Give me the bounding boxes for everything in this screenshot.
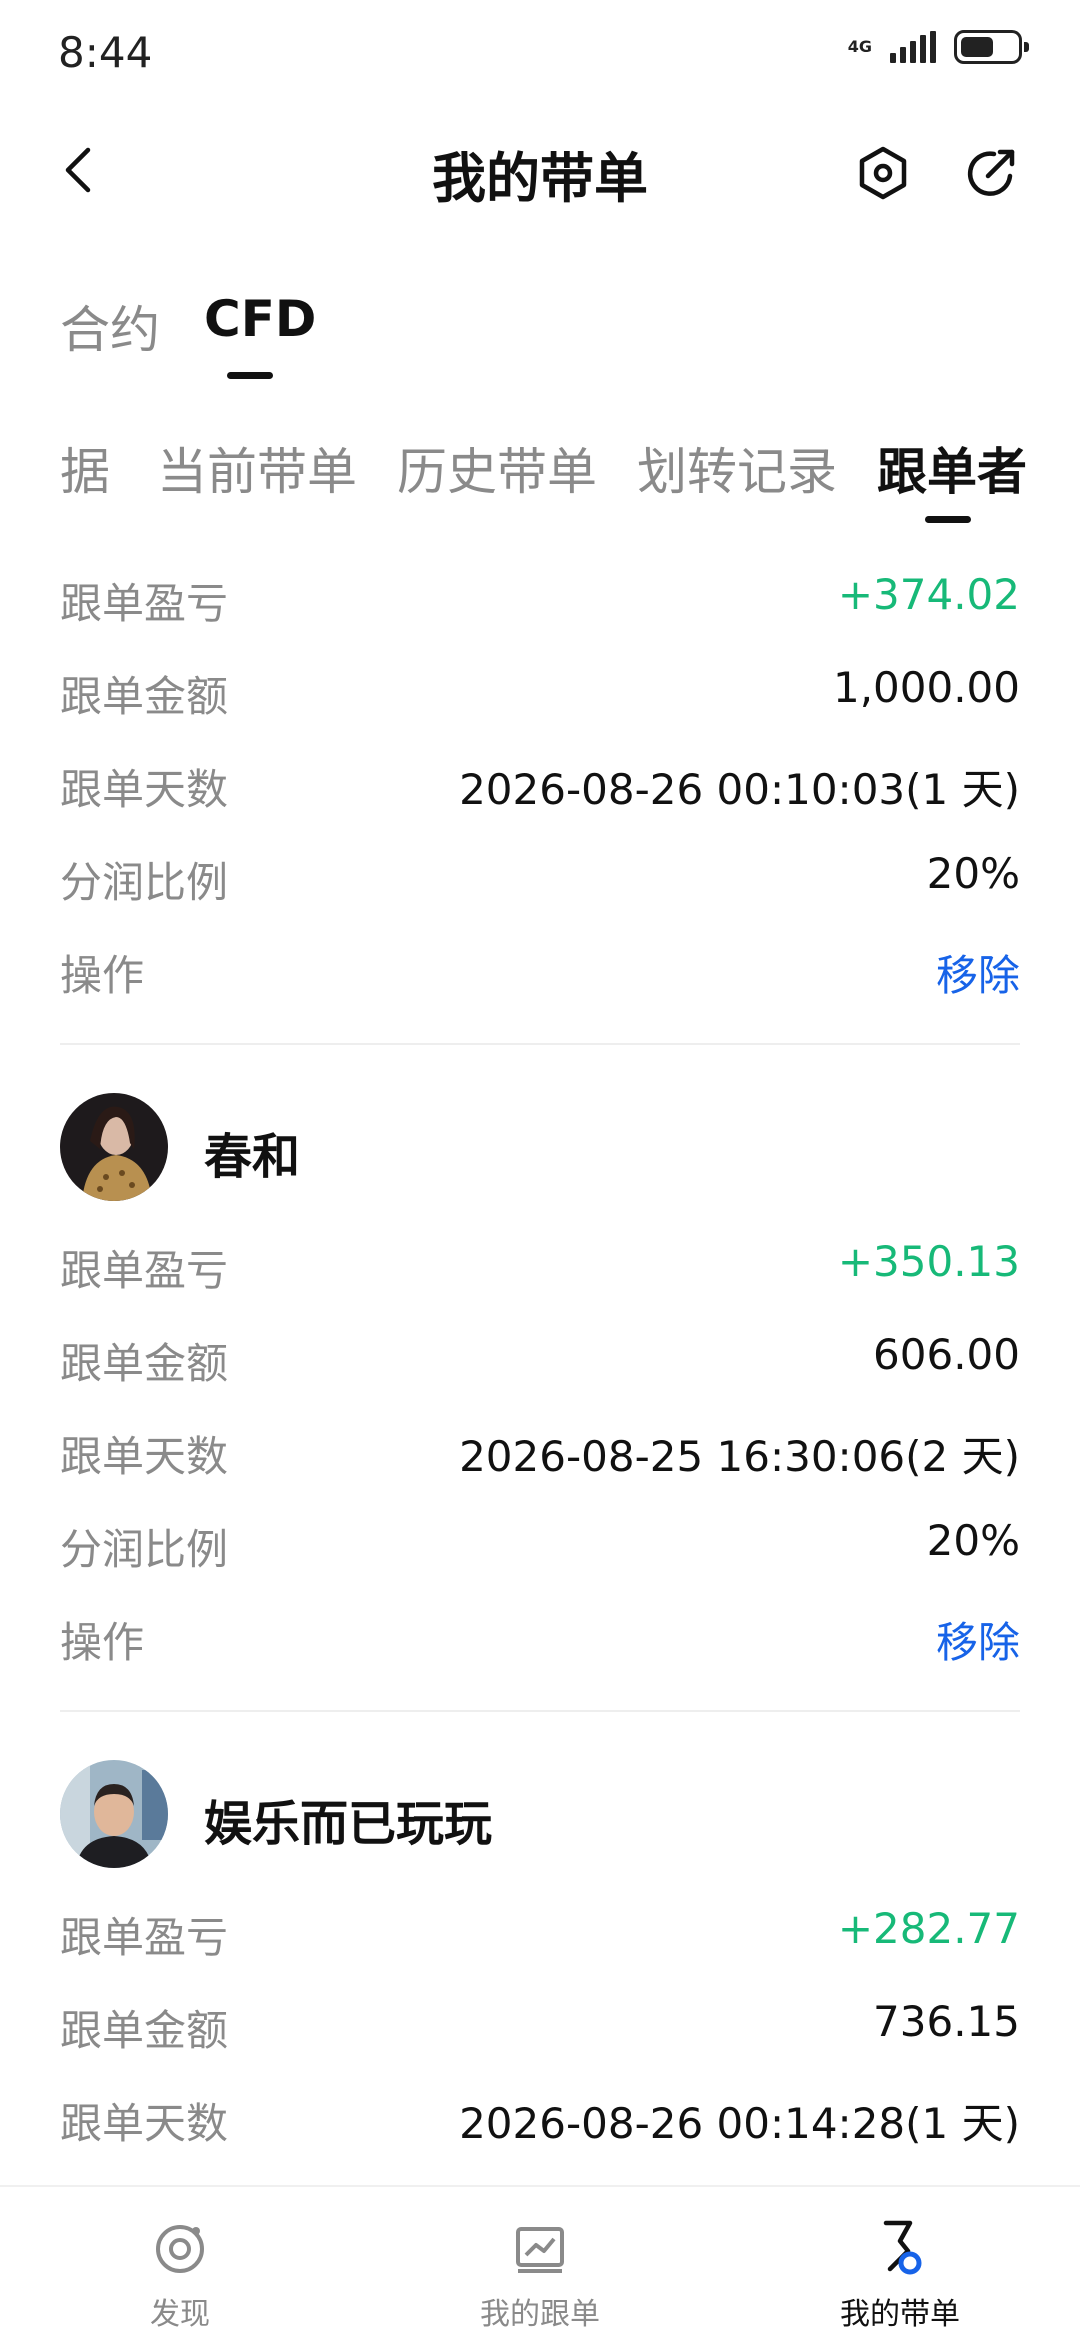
follower-card: 春和 跟单盈亏 +350.13 跟单金额 606.00 跟单天数 2026-08… xyxy=(60,1045,1020,1712)
tab-followers-indicator xyxy=(925,516,971,523)
amount-label: 跟单金额 xyxy=(60,1339,229,1388)
avatar-image xyxy=(60,1093,168,1201)
days-value: 2026-08-25 16:30:06(2 天) xyxy=(459,1432,1020,1481)
days-label: 跟单天数 xyxy=(60,765,229,814)
sub-tabs: 据 当前带单 历史带单 划转记录 跟单者 xyxy=(0,420,1080,540)
nav-my-follow-label: 我的跟单 xyxy=(480,2297,600,2332)
header: 我的带单 xyxy=(0,110,1080,230)
amount-row: 跟单金额 606.00 xyxy=(60,1310,1020,1403)
pnl-row: 跟单盈亏 +282.77 xyxy=(60,1884,1020,1977)
action-label: 操作 xyxy=(60,951,145,1000)
pnl-label: 跟单盈亏 xyxy=(60,579,229,628)
remove-button[interactable]: 移除 xyxy=(936,1609,1020,1670)
share-icon xyxy=(967,149,1015,196)
chart-icon xyxy=(516,2227,564,2273)
signal-icon xyxy=(890,31,936,63)
type-tabs: 合约 CFD xyxy=(0,280,1080,390)
amount-row: 跟单金额 1,000.00 xyxy=(60,643,1020,736)
share-ratio-value: 20% xyxy=(926,849,1020,898)
nav-my-lead-label: 我的带单 xyxy=(840,2297,960,2332)
action-row: 操作 移除 xyxy=(60,1589,1020,1682)
settings-button[interactable] xyxy=(850,140,916,206)
share-ratio-row: 分润比例 20% xyxy=(60,829,1020,922)
days-row: 跟单天数 2026-08-26 00:10:03(1 天) xyxy=(60,736,1020,829)
follower-name: 春和 xyxy=(204,1129,301,1185)
pnl-value: +282.77 xyxy=(837,1904,1020,1953)
nav-my-follow[interactable]: 我的跟单 xyxy=(360,2187,720,2342)
pnl-value: +350.13 xyxy=(837,1237,1020,1286)
tab-transfer-records[interactable]: 划转记录 xyxy=(637,432,837,504)
tab-history-lead[interactable]: 历史带单 xyxy=(397,432,597,504)
days-label: 跟单天数 xyxy=(60,1432,229,1481)
remove-button[interactable]: 移除 xyxy=(936,942,1020,1003)
share-ratio-label: 分润比例 xyxy=(60,858,229,907)
status-bar: 8:44 4G xyxy=(0,0,1080,110)
follower-card: 跟单盈亏 +374.02 跟单金额 1,000.00 跟单天数 2026-08-… xyxy=(60,550,1020,1045)
follower-header: 春和 xyxy=(60,1045,1020,1217)
amount-value: 736.15 xyxy=(873,1997,1020,2046)
battery-level xyxy=(961,37,993,57)
share-ratio-row: 分润比例 20% xyxy=(60,1496,1020,1589)
share-ratio-value: 20% xyxy=(926,1516,1020,1565)
pnl-label: 跟单盈亏 xyxy=(60,1913,229,1962)
page-title: 我的带单 xyxy=(432,147,648,210)
amount-value: 1,000.00 xyxy=(832,663,1020,712)
amount-label: 跟单金额 xyxy=(60,2006,229,2055)
tab-followers[interactable]: 跟单者 xyxy=(877,432,1027,504)
pnl-row: 跟单盈亏 +350.13 xyxy=(60,1217,1020,1310)
days-value: 2026-08-26 00:10:03(1 天) xyxy=(459,765,1020,814)
nav-discover[interactable]: 发现 xyxy=(0,2187,360,2342)
avatar xyxy=(60,1093,168,1201)
amount-label: 跟单金额 xyxy=(60,672,229,721)
follower-header: 娱乐而已玩玩 xyxy=(60,1712,1020,1884)
tab-current-lead[interactable]: 当前带单 xyxy=(157,432,357,504)
days-row: 跟单天数 2026-08-26 00:14:28(1 天) xyxy=(60,2070,1020,2163)
tab-data[interactable]: 据 xyxy=(60,432,110,504)
share-button[interactable] xyxy=(958,140,1024,206)
status-time: 8:44 xyxy=(58,28,153,77)
followers-list: 跟单盈亏 +374.02 跟单金额 1,000.00 跟单天数 2026-08-… xyxy=(60,550,1020,2180)
tab-contract[interactable]: 合约 xyxy=(60,290,160,362)
nav-my-lead[interactable]: 我的带单 xyxy=(720,2187,1080,2342)
bottom-nav: 发现 我的跟单 我的带单 xyxy=(0,2185,1080,2342)
status-icons: 4G xyxy=(847,30,1029,64)
settings-icon xyxy=(859,146,907,200)
tab-cfd[interactable]: CFD xyxy=(204,290,316,348)
follower-name: 娱乐而已玩玩 xyxy=(204,1796,493,1852)
avatar xyxy=(60,1760,168,1868)
avatar-image xyxy=(60,1760,168,1868)
follower-card: 娱乐而已玩玩 跟单盈亏 +282.77 跟单金额 736.15 跟单天数 202… xyxy=(60,1712,1020,2163)
amount-row: 跟单金额 736.15 xyxy=(60,1977,1020,2070)
days-row: 跟单天数 2026-08-25 16:30:06(2 天) xyxy=(60,1403,1020,1496)
days-label: 跟单天数 xyxy=(60,2099,229,2148)
battery-icon xyxy=(954,30,1029,64)
pnl-label: 跟单盈亏 xyxy=(60,1246,229,1295)
nav-discover-label: 发现 xyxy=(150,2297,210,2332)
tab-cfd-indicator xyxy=(227,372,273,379)
discover-icon xyxy=(156,2225,204,2273)
action-row: 操作 移除 xyxy=(60,922,1020,1015)
action-label: 操作 xyxy=(60,1618,145,1667)
lead-trade-icon xyxy=(883,2220,922,2275)
amount-value: 606.00 xyxy=(873,1330,1020,1379)
days-value: 2026-08-26 00:14:28(1 天) xyxy=(459,2099,1020,2148)
share-ratio-label: 分润比例 xyxy=(60,1525,229,1574)
network-type-label: 4G xyxy=(847,37,872,56)
pnl-row: 跟单盈亏 +374.02 xyxy=(60,550,1020,643)
pnl-value: +374.02 xyxy=(837,570,1020,619)
